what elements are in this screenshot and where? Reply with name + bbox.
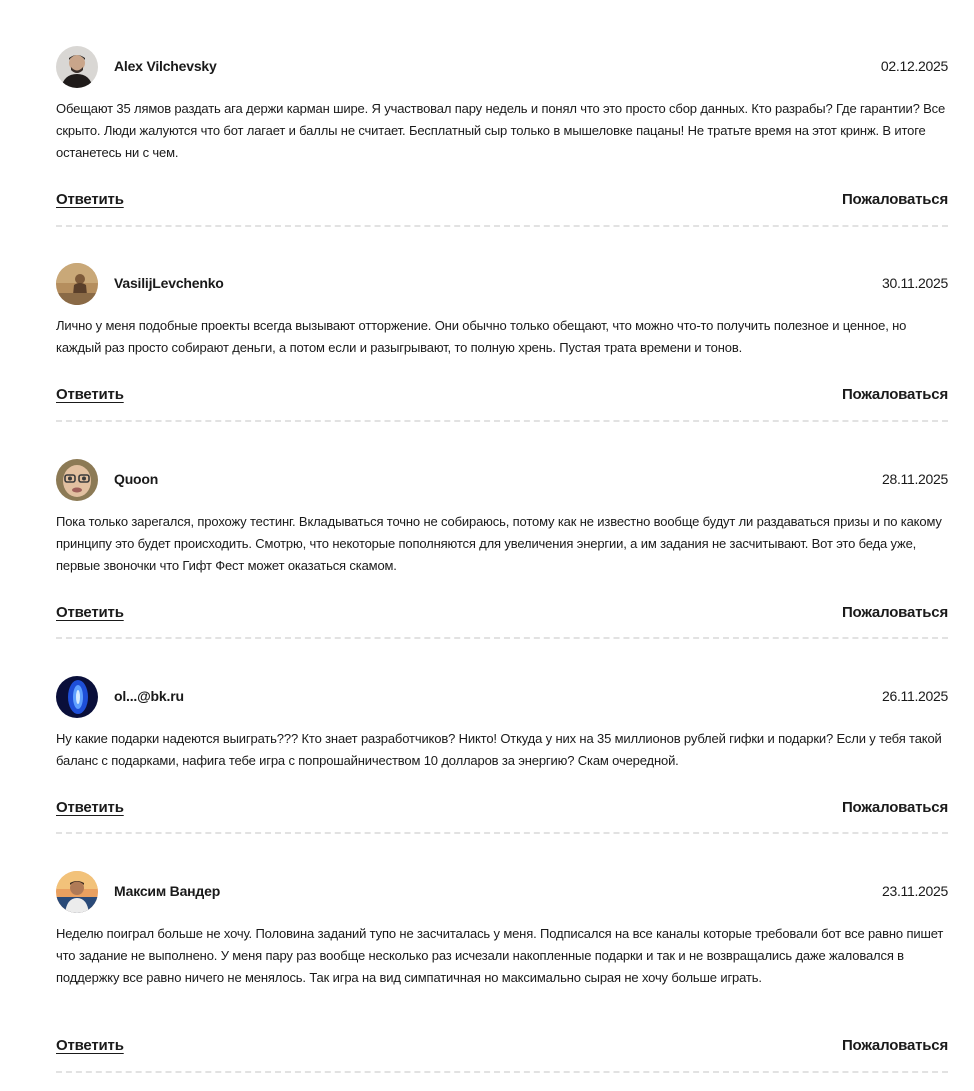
user-photo-icon xyxy=(56,871,98,913)
reply-link[interactable]: Ответить xyxy=(56,604,124,621)
user-photo-icon xyxy=(56,459,98,501)
comment-divider xyxy=(56,832,948,834)
comment-date: 30.11.2025 xyxy=(881,275,948,291)
avatar xyxy=(56,46,98,88)
user-photo-icon xyxy=(56,263,98,305)
report-link[interactable]: Пожаловаться xyxy=(842,604,948,621)
comment-author: Quoon xyxy=(114,471,159,487)
comment-header: Максим Вандер 23.11.2025 xyxy=(56,871,948,913)
comments-list: Alex Vilchevsky 02.12.2025 Обещают 35 ля… xyxy=(0,0,974,1091)
comment-date: 26.11.2025 xyxy=(881,688,948,704)
comment-date: 23.11.2025 xyxy=(881,883,948,899)
comment-header: Quoon 28.11.2025 xyxy=(56,459,948,501)
comment-header: ol...@bk.ru 26.11.2025 xyxy=(56,676,948,718)
comment-author: ol...@bk.ru xyxy=(114,688,184,704)
comment-divider xyxy=(56,225,948,227)
comment-author: Alex Vilchevsky xyxy=(114,58,217,74)
comment-author: Максим Вандер xyxy=(114,883,221,899)
reply-link[interactable]: Ответить xyxy=(56,799,124,816)
comment-author: VasilijLevchenko xyxy=(114,275,224,291)
report-link[interactable]: Пожаловаться xyxy=(842,386,948,403)
comment-text: Пока только зарегался, прохожу тестинг. … xyxy=(56,514,942,573)
user-photo-icon xyxy=(56,46,98,88)
comment-divider xyxy=(56,1071,948,1073)
reply-link[interactable]: Ответить xyxy=(56,386,124,403)
avatar xyxy=(56,871,98,913)
report-link[interactable]: Пожаловаться xyxy=(842,191,948,208)
comment-text: Ну какие подарки надеются выиграть??? Кт… xyxy=(56,731,942,768)
comment-divider xyxy=(56,637,948,639)
avatar xyxy=(56,459,98,501)
reply-link[interactable]: Ответить xyxy=(56,1037,124,1054)
user-photo-icon xyxy=(56,676,98,718)
comment-text: Неделю поиграл больше не хочу. Половина … xyxy=(56,926,944,985)
avatar xyxy=(56,676,98,718)
avatar xyxy=(56,263,98,305)
comment-date: 02.12.2025 xyxy=(880,58,948,74)
comment-header: Alex Vilchevsky 02.12.2025 xyxy=(56,46,948,88)
comment-date: 28.11.2025 xyxy=(881,471,948,487)
comment-text: Обещают 35 лямов раздать ага держи карма… xyxy=(56,101,946,160)
reply-link[interactable]: Ответить xyxy=(56,191,124,208)
report-link[interactable]: Пожаловаться xyxy=(842,1037,948,1054)
comment-divider xyxy=(56,420,948,422)
comment-header: VasilijLevchenko 30.11.2025 xyxy=(56,263,948,305)
report-link[interactable]: Пожаловаться xyxy=(842,799,948,816)
comment-text: Лично у меня подобные проекты всегда выз… xyxy=(56,318,907,355)
